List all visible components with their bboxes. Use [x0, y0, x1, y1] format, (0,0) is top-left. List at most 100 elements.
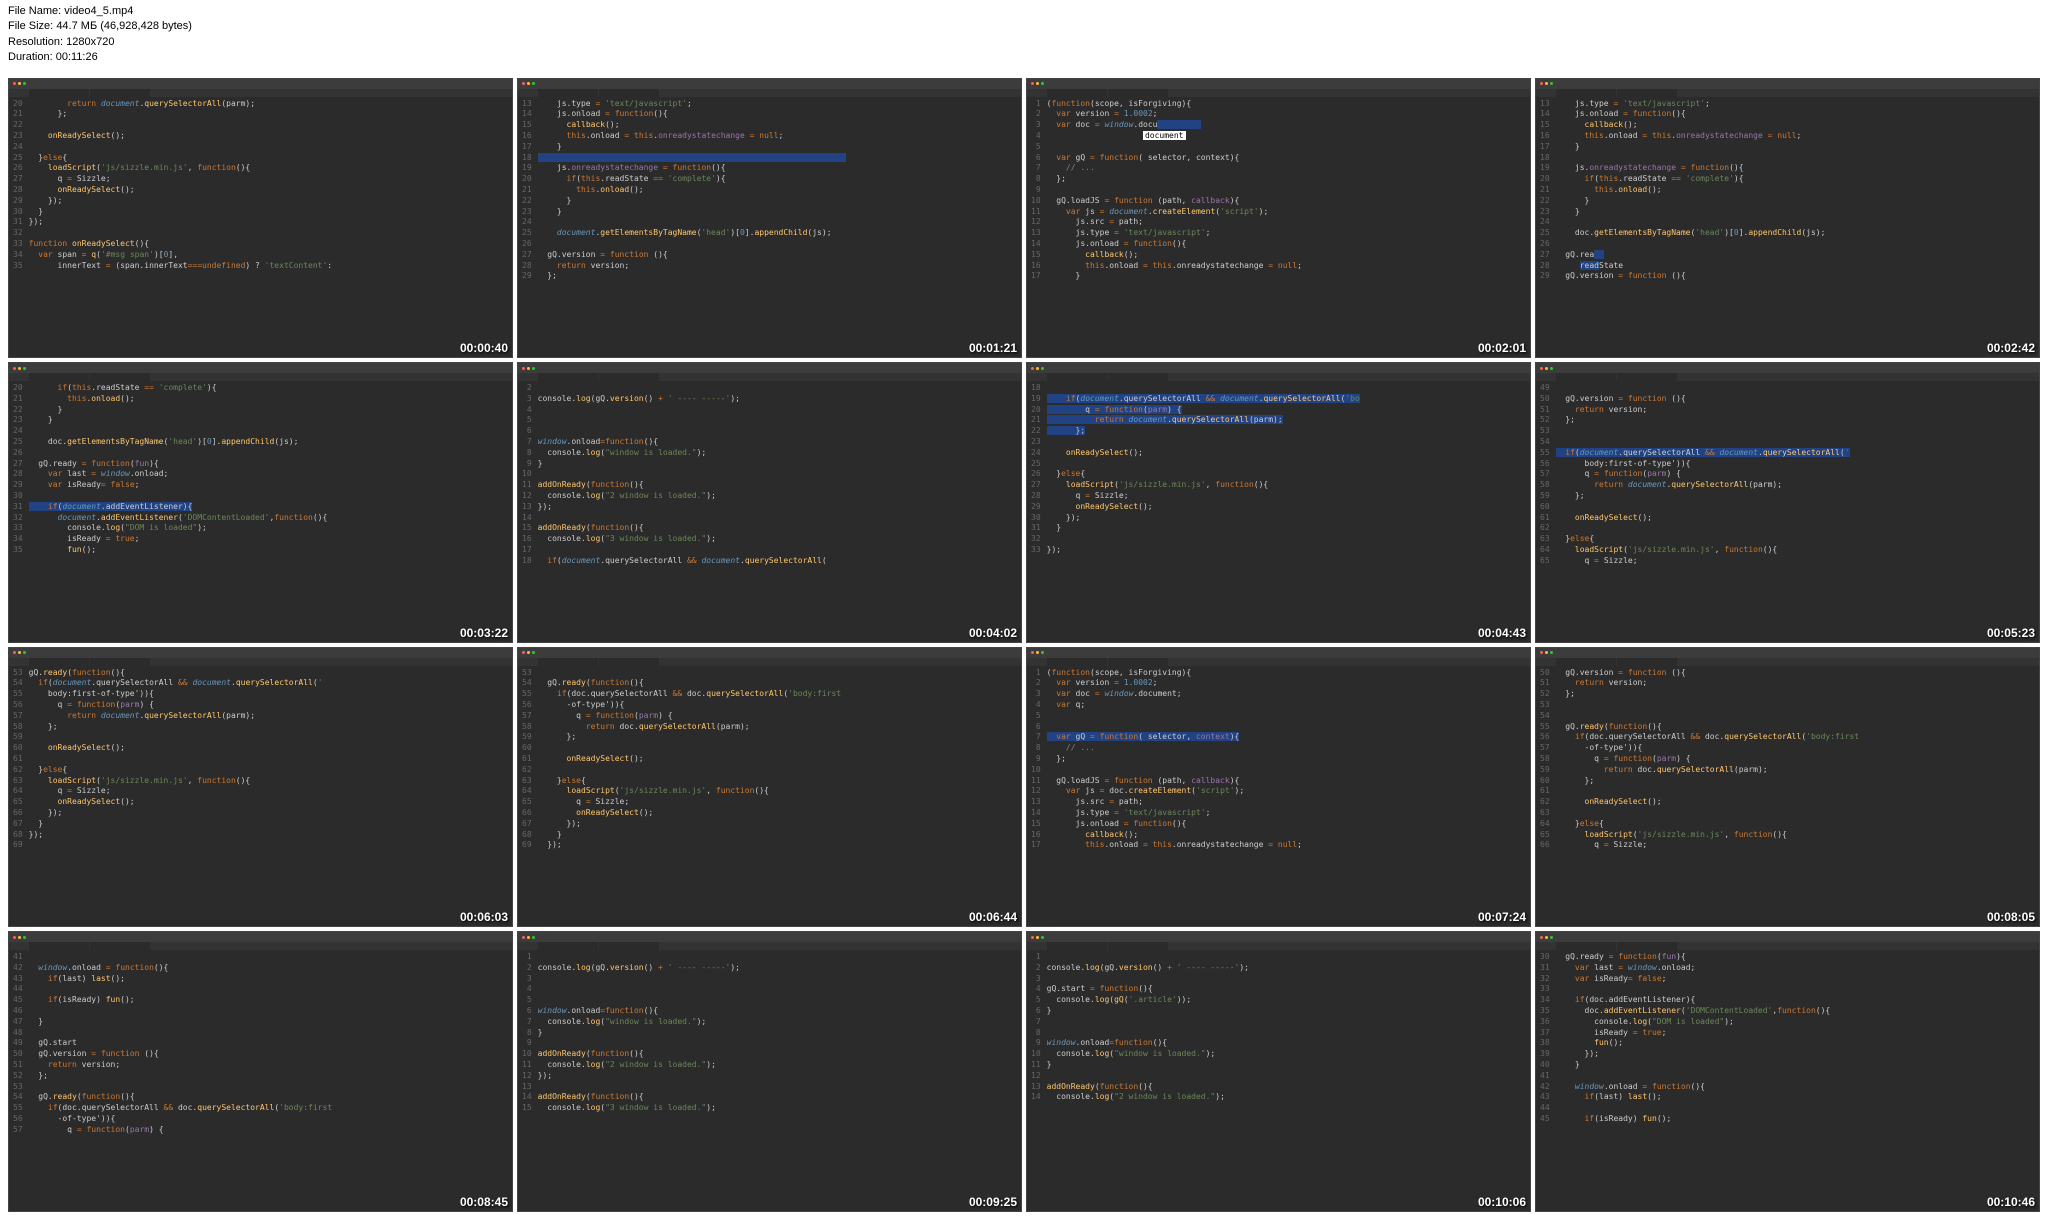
source-code: js.type = 'text/javascript'; js.onload =… — [538, 99, 1017, 283]
code-editor: 49 50 51 52 53 54 55 56 57 58 59 60 61 6… — [1536, 381, 2039, 569]
editor-tabs — [1536, 942, 2039, 950]
thumbnail-4[interactable]: 20 21 22 23 24 25 26 27 28 29 30 31 32 3… — [8, 362, 513, 643]
maximize-icon — [1041, 651, 1044, 654]
duration-label: Duration: — [8, 51, 53, 63]
close-icon — [1540, 82, 1543, 85]
code-editor: 1 2 3 4 5 6 7 8 9 10 11 12 13 14 15 16 1… — [1027, 97, 1530, 285]
window-titlebar — [9, 79, 512, 89]
close-icon — [13, 367, 16, 370]
code-editor: 53 54 55 56 57 58 59 60 61 62 63 64 65 6… — [518, 666, 1021, 854]
timestamp: 00:05:23 — [1987, 626, 2035, 640]
source-code: (function(scope, isForgiving){ var versi… — [1047, 99, 1526, 283]
line-numbers: 53 54 55 56 57 58 59 60 61 62 63 64 65 6… — [13, 668, 29, 852]
line-numbers: 53 54 55 56 57 58 59 60 61 62 63 64 65 6… — [522, 668, 538, 852]
close-icon — [1031, 367, 1034, 370]
thumbnail-10[interactable]: 1 2 3 4 5 6 7 8 9 10 11 12 13 14 15 16 1… — [1026, 647, 1531, 928]
code-editor: 30 31 32 33 34 35 36 37 38 39 40 41 42 4… — [1536, 950, 2039, 1127]
window-titlebar — [9, 932, 512, 942]
maximize-icon — [532, 82, 535, 85]
timestamp: 00:10:06 — [1478, 1195, 1526, 1209]
minimize-icon — [1036, 936, 1039, 939]
thumbnail-3[interactable]: 13 14 15 16 17 18 19 20 21 22 23 24 25 2… — [1535, 78, 2040, 359]
editor-tabs — [1027, 658, 1530, 666]
minimize-icon — [527, 367, 530, 370]
source-code: console.log(gQ.version() + ' ---- -----'… — [538, 383, 1017, 567]
maximize-icon — [1550, 82, 1553, 85]
line-numbers: 2 3 4 5 6 7 8 9 10 11 12 13 14 15 16 17 … — [522, 383, 538, 567]
thumbnail-13[interactable]: 1 2 3 4 5 6 7 8 9 10 11 12 13 14 15 cons… — [517, 931, 1022, 1212]
resolution-label: Resolution: — [8, 36, 63, 48]
minimize-icon — [18, 936, 21, 939]
thumbnail-0[interactable]: 20 21 22 23 24 25 26 27 28 29 30 31 32 3… — [8, 78, 513, 359]
code-editor: 1 2 3 4 5 6 7 8 9 10 11 12 13 14 15 cons… — [518, 950, 1021, 1116]
timestamp: 00:08:45 — [460, 1195, 508, 1209]
line-numbers: 18 19 20 21 22 23 24 25 26 27 28 29 30 3… — [1031, 383, 1047, 556]
minimize-icon — [18, 367, 21, 370]
code-editor: 1 2 3 4 5 6 7 8 9 10 11 12 13 14 console… — [1027, 950, 1530, 1105]
timestamp: 00:08:05 — [1987, 910, 2035, 924]
maximize-icon — [532, 936, 535, 939]
close-icon — [1031, 936, 1034, 939]
thumbnail-15[interactable]: 30 31 32 33 34 35 36 37 38 39 40 41 42 4… — [1535, 931, 2040, 1212]
filesize-label: File Size: — [8, 20, 53, 32]
thumbnail-12[interactable]: 41 42 43 44 45 46 47 48 49 50 51 52 53 5… — [8, 931, 513, 1212]
maximize-icon — [532, 651, 535, 654]
code-editor: 1 2 3 4 5 6 7 8 9 10 11 12 13 14 15 16 1… — [1027, 666, 1530, 854]
close-icon — [1540, 651, 1543, 654]
maximize-icon — [1041, 82, 1044, 85]
minimize-icon — [1545, 82, 1548, 85]
thumbnail-7[interactable]: 49 50 51 52 53 54 55 56 57 58 59 60 61 6… — [1535, 362, 2040, 643]
line-numbers: 13 14 15 16 17 18 19 20 21 22 23 24 25 2… — [522, 99, 538, 283]
line-numbers: 41 42 43 44 45 46 47 48 49 50 51 52 53 5… — [13, 952, 29, 1136]
editor-tabs — [9, 942, 512, 950]
code-editor: 13 14 15 16 17 18 19 20 21 22 23 24 25 2… — [518, 97, 1021, 285]
source-code: gQ.version = function (){ return version… — [1556, 383, 2035, 567]
resolution: 1280x720 — [66, 36, 114, 48]
line-numbers: 30 31 32 33 34 35 36 37 38 39 40 41 42 4… — [1540, 952, 1556, 1125]
code-editor: 50 51 52 53 54 55 56 57 58 59 60 61 62 6… — [1536, 666, 2039, 854]
thumbnail-5[interactable]: 2 3 4 5 6 7 8 9 10 11 12 13 14 15 16 17 … — [517, 362, 1022, 643]
timestamp: 00:06:44 — [969, 910, 1017, 924]
source-code: (function(scope, isForgiving){ var versi… — [1047, 668, 1526, 852]
source-code: gQ.ready = function(fun){ var last = win… — [1556, 952, 2035, 1125]
thumbnail-9[interactable]: 53 54 55 56 57 58 59 60 61 62 63 64 65 6… — [517, 647, 1022, 928]
timestamp: 00:03:22 — [460, 626, 508, 640]
code-editor: 20 21 22 23 24 25 26 27 28 29 30 31 32 3… — [9, 381, 512, 558]
timestamp: 00:04:02 — [969, 626, 1017, 640]
editor-tabs — [1536, 89, 2039, 97]
thumbnail-11[interactable]: 50 51 52 53 54 55 56 57 58 59 60 61 62 6… — [1535, 647, 2040, 928]
code-editor: 2 3 4 5 6 7 8 9 10 11 12 13 14 15 16 17 … — [518, 381, 1021, 569]
editor-tabs — [1536, 658, 2039, 666]
editor-tabs — [1536, 373, 2039, 381]
maximize-icon — [1041, 367, 1044, 370]
maximize-icon — [23, 936, 26, 939]
maximize-icon — [1550, 367, 1553, 370]
thumbnail-1[interactable]: 13 14 15 16 17 18 19 20 21 22 23 24 25 2… — [517, 78, 1022, 359]
editor-tabs — [9, 89, 512, 97]
editor-tabs — [518, 89, 1021, 97]
maximize-icon — [532, 367, 535, 370]
editor-tabs — [518, 942, 1021, 950]
thumbnail-2[interactable]: 1 2 3 4 5 6 7 8 9 10 11 12 13 14 15 16 1… — [1026, 78, 1531, 359]
line-numbers: 50 51 52 53 54 55 56 57 58 59 60 61 62 6… — [1540, 668, 1556, 852]
thumbnail-14[interactable]: 1 2 3 4 5 6 7 8 9 10 11 12 13 14 console… — [1026, 931, 1531, 1212]
source-code: window.onload = function(){ if(last) las… — [29, 952, 508, 1136]
window-titlebar — [1027, 648, 1530, 658]
timestamp: 00:06:03 — [460, 910, 508, 924]
line-numbers: 49 50 51 52 53 54 55 56 57 58 59 60 61 6… — [1540, 383, 1556, 567]
window-titlebar — [518, 932, 1021, 942]
file-info-header: File Name: video4_5.mp4 File Size: 44.7 … — [0, 0, 2048, 70]
code-editor: 18 19 20 21 22 23 24 25 26 27 28 29 30 3… — [1027, 381, 1530, 558]
thumbnail-8[interactable]: 53 54 55 56 57 58 59 60 61 62 63 64 65 6… — [8, 647, 513, 928]
timestamp: 00:02:01 — [1478, 341, 1526, 355]
window-titlebar — [1027, 932, 1530, 942]
maximize-icon — [23, 82, 26, 85]
editor-tabs — [9, 658, 512, 666]
source-code: if(this.readState == 'complete'){ this.o… — [29, 383, 508, 556]
window-titlebar — [1536, 932, 2039, 942]
thumbnail-6[interactable]: 18 19 20 21 22 23 24 25 26 27 28 29 30 3… — [1026, 362, 1531, 643]
timestamp: 00:00:40 — [460, 341, 508, 355]
maximize-icon — [1550, 651, 1553, 654]
window-titlebar — [518, 648, 1021, 658]
minimize-icon — [1036, 367, 1039, 370]
